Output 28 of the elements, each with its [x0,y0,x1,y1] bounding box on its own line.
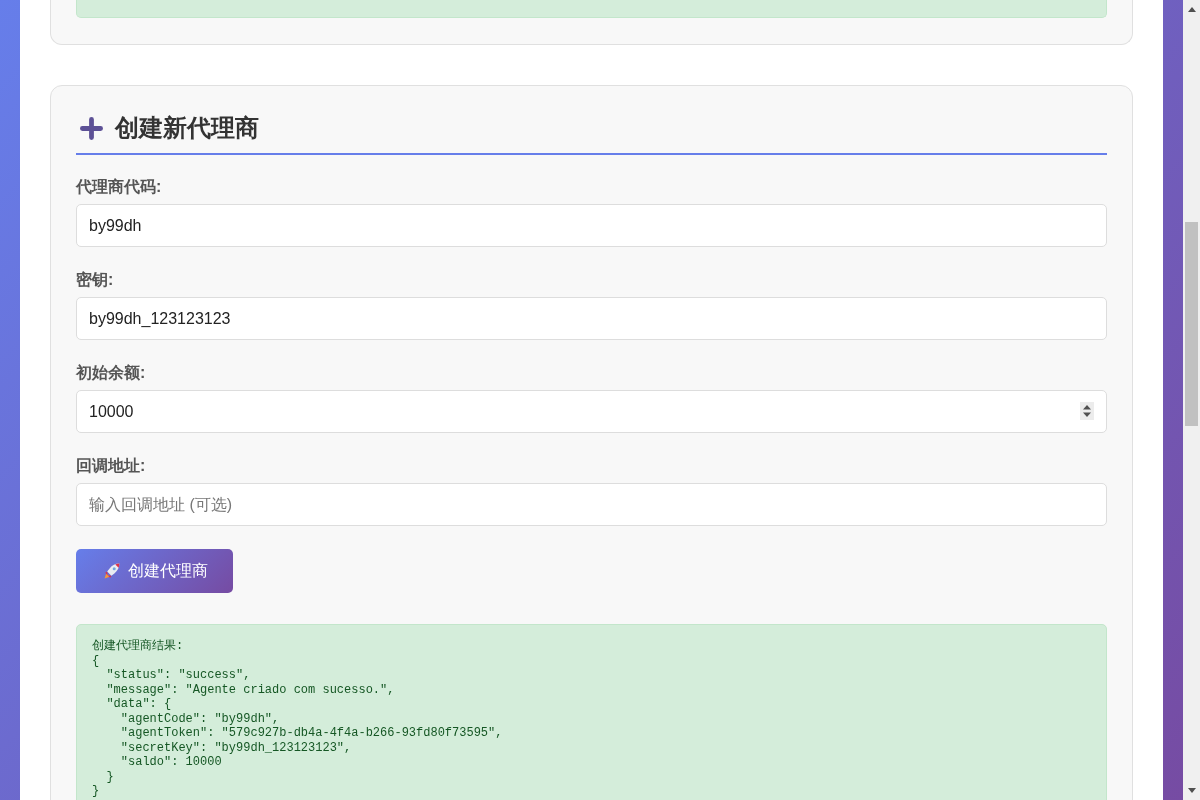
result-title: 创建代理商结果: [92,639,184,654]
code-line: "saldo": 10000 [119,755,222,770]
text-field[interactable]: by99dh [76,204,1107,247]
code-line: "secretKey": "by99dh_123123123", [119,740,352,755]
section-title: 创建新代理商 [115,113,259,143]
down-arrow-icon[interactable] [1188,788,1196,793]
rocket-icon [104,563,120,579]
text-field[interactable]: by99dh_123123123 [76,297,1107,340]
scroll-thumb[interactable] [1185,222,1198,426]
up-down-arrows-icon[interactable] [1080,402,1094,420]
code-line: { [92,653,100,668]
create-button[interactable]: 创建代理商 [76,549,233,593]
up-arrow-icon[interactable] [1188,7,1196,12]
scrollbar-track[interactable] [1183,0,1200,800]
field-label: 代理商代码: [76,177,163,196]
code-line: } [105,769,114,784]
plus-icon [80,116,103,140]
code-line: "agentCode": "by99dh", [119,711,280,726]
field-label: 回调地址: [76,456,147,475]
code-line: } [92,784,100,799]
code-line: "agentToken": "579c927b-db4a-4f4a-b266-93fd80f73595", [119,726,503,741]
field-label: 初始余额: [76,363,147,382]
code-line: "status": "success", [105,668,251,683]
field-label: 密钥: [76,270,115,289]
code-line: "message": "Agente criado com sucesso.", [105,682,395,697]
code-line: "data": { [105,697,172,712]
text-field[interactable]: 输入回调地址 (可选) [76,483,1107,526]
number-field[interactable]: 10000 [76,390,1107,433]
